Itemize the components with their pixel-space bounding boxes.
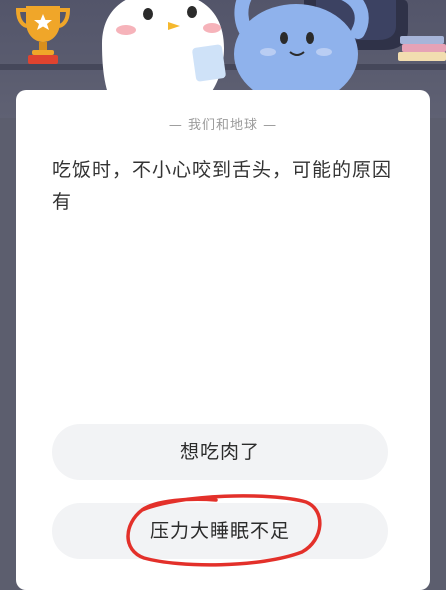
trophy-icon — [15, 6, 71, 64]
answer-option-1[interactable]: 想吃肉了 — [52, 424, 388, 480]
books-icon — [398, 36, 446, 61]
question-text: 吃饭时，不小心咬到舌头，可能的原因有 — [52, 159, 393, 213]
question-card: — 我们和地球 — 吃饭时，不小心咬到舌头，可能的原因有 想吃肉了 压力大睡眠不… — [16, 90, 430, 590]
category-label: — 我们和地球 — — [168, 118, 278, 133]
answer-option-2[interactable]: 压力大睡眠不足 — [52, 503, 388, 559]
